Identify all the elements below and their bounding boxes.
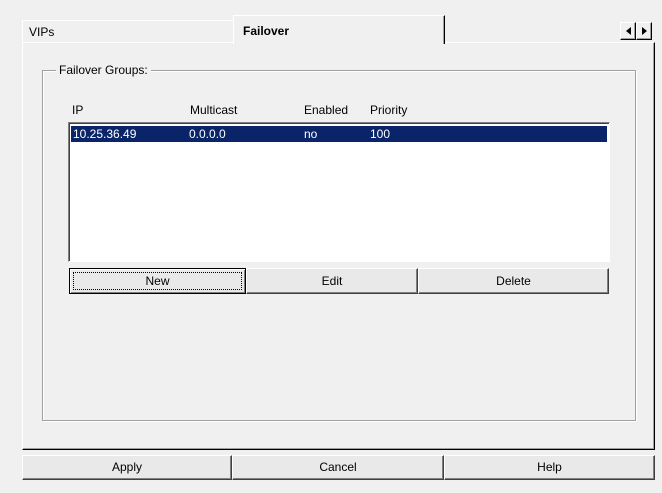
tab-failover-label: Failover xyxy=(243,24,290,38)
new-button[interactable]: New xyxy=(69,268,246,294)
edit-button[interactable]: Edit xyxy=(246,268,418,294)
tab-scroll-left-button[interactable] xyxy=(620,22,636,40)
tab-scroll-right-button[interactable] xyxy=(636,22,652,40)
apply-button[interactable]: Apply xyxy=(22,455,232,480)
column-header-multicast: Multicast xyxy=(190,103,238,117)
edit-button-label: Edit xyxy=(321,274,343,288)
new-button-label: New xyxy=(145,274,170,288)
cell-enabled: no xyxy=(304,127,318,141)
arrow-left-icon xyxy=(625,27,631,35)
tab-failover[interactable]: Failover xyxy=(233,15,445,44)
tab-vips-label: VIPs xyxy=(29,25,55,39)
delete-button-label: Delete xyxy=(496,274,531,288)
failover-groups-list[interactable]: 10.25.36.49 0.0.0.0 no 100 xyxy=(68,122,610,262)
column-header-enabled: Enabled xyxy=(304,103,349,117)
cancel-button-label: Cancel xyxy=(319,460,357,474)
help-button[interactable]: Help xyxy=(444,455,655,480)
cancel-button[interactable]: Cancel xyxy=(232,455,444,480)
help-button-label: Help xyxy=(537,460,562,474)
apply-button-label: Apply xyxy=(111,460,143,474)
column-header-ip: IP xyxy=(72,103,84,117)
cell-multicast: 0.0.0.0 xyxy=(189,127,226,141)
arrow-right-icon xyxy=(641,27,647,35)
cell-priority: 100 xyxy=(370,127,391,141)
delete-button[interactable]: Delete xyxy=(418,268,609,294)
cell-ip: 10.25.36.49 xyxy=(73,127,137,141)
column-header-priority: Priority xyxy=(370,103,408,117)
list-item[interactable]: 10.25.36.49 0.0.0.0 no 100 xyxy=(71,126,607,142)
failover-groups-label: Failover Groups: xyxy=(56,63,151,77)
tab-vips[interactable]: VIPs xyxy=(22,20,235,42)
